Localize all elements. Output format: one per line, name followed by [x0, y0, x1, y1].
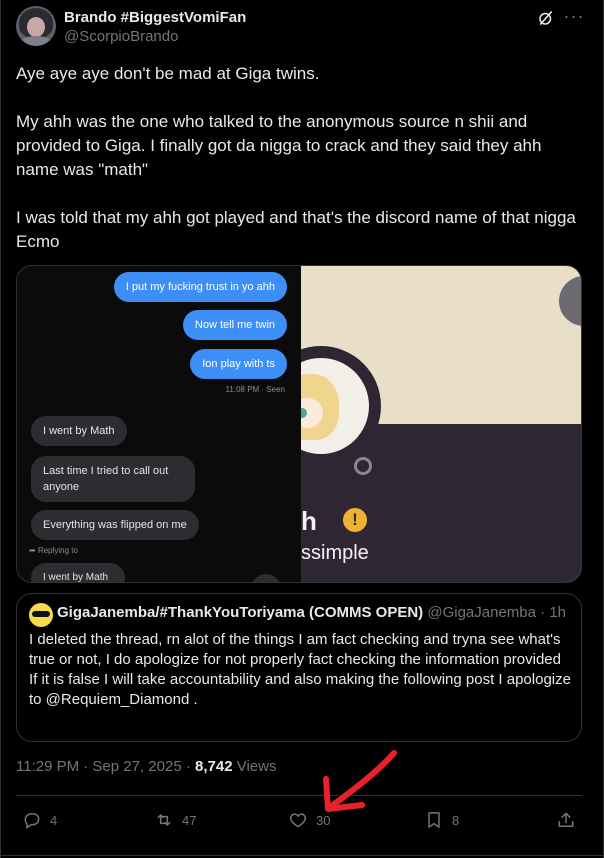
chat-screenshot[interactable]: I put my fucking trust in yo ahh Now tel…: [17, 266, 301, 582]
quote-text-line: I deleted the thread, rn alot of the thi…: [29, 631, 561, 668]
warning-icon: !: [343, 508, 367, 532]
quote-header: GigaJanemba/#ThankYouToriyama (COMMS OPE…: [57, 604, 567, 621]
share-icon: [558, 812, 574, 827]
chat-bubble-incoming: Last time I tried to call out anyone: [31, 456, 195, 502]
chat-bubble-outgoing: Now tell me twin: [182, 310, 287, 340]
chat-bubble-outgoing: Ion play with ts: [190, 349, 287, 379]
chat-bubble-incoming: Everything was flipped on me: [31, 510, 199, 540]
seen-label: 11:08 PM · Seen: [225, 385, 285, 394]
repost-icon: [157, 814, 171, 826]
profile-name-fragment: h: [301, 506, 317, 536]
quote-avatar: [29, 603, 53, 627]
repost-button[interactable]: 47: [154, 808, 196, 832]
views-count: 8,742: [195, 758, 233, 775]
replying-to-label: ➦ Replying to: [29, 546, 78, 555]
tweet-text: Aye aye aye don't be mad at Giga twins. …: [16, 62, 584, 254]
tweet-media[interactable]: I put my fucking trust in yo ahh Now tel…: [16, 265, 582, 583]
quote-display-name: GigaJanemba/#ThankYouToriyama (COMMS OPE…: [57, 604, 424, 621]
quote-handle: @GigaJanemba: [427, 604, 536, 621]
author-display-name[interactable]: Brando #BiggestVomiFan: [64, 9, 246, 26]
author-avatar[interactable]: [16, 6, 56, 46]
quote-text-line: If it is false I will take accountabilit…: [29, 671, 571, 708]
profile-username-fragment: ssimple: [301, 542, 369, 564]
views-label: Views: [232, 758, 277, 775]
chat-bubble-outgoing: I put my fucking trust in yo ahh: [113, 272, 287, 302]
chat-action-button: [251, 574, 281, 582]
reply-arrow-icon: ➦: [29, 546, 38, 555]
tweet-paragraph: My ahh was the one who talked to the ano…: [16, 112, 542, 179]
chat-bubble-incoming: I went by Math: [31, 416, 127, 446]
heart-icon: [289, 813, 307, 828]
bookmark-count: 8: [452, 812, 460, 828]
more-icon[interactable]: ···: [562, 7, 586, 29]
quoted-tweet[interactable]: GigaJanemba/#ThankYouToriyama (COMMS OPE…: [16, 593, 582, 742]
quote-text: I deleted the thread, rn alot of the thi…: [29, 630, 574, 710]
reply-context-bubble: I went by Math: [31, 563, 125, 582]
quote-time: 1h: [549, 604, 567, 621]
profile-screenshot[interactable]: h ! ssimple: [301, 266, 581, 582]
bookmark-icon: [428, 812, 440, 828]
bookmark-button[interactable]: 8: [424, 808, 459, 832]
grok-icon[interactable]: [537, 9, 555, 27]
divider: [16, 795, 582, 796]
reply-icon: [24, 813, 40, 829]
author-handle[interactable]: @ScorpioBrando: [64, 28, 178, 45]
status-indicator: [349, 452, 377, 480]
repost-count: 47: [182, 812, 197, 828]
tweet-metadata: 11:29 PM · Sep 27, 2025 · 8,742 Views: [16, 758, 276, 775]
reply-count: 4: [50, 812, 58, 828]
corner-avatar: [559, 276, 581, 326]
tweet-paragraph: I was told that my ahh got played and th…: [16, 208, 576, 251]
tweet-header: Brando #BiggestVomiFan @ScorpioBrando ··…: [16, 6, 588, 50]
reply-button[interactable]: 4: [22, 808, 57, 832]
share-button[interactable]: [556, 808, 576, 832]
bottom-divider: [0, 855, 604, 856]
timestamp[interactable]: 11:29 PM · Sep 27, 2025 ·: [16, 758, 195, 775]
annotation-arrow-icon: [323, 750, 397, 812]
tweet-paragraph: Aye aye aye don't be mad at Giga twins.: [16, 64, 320, 83]
